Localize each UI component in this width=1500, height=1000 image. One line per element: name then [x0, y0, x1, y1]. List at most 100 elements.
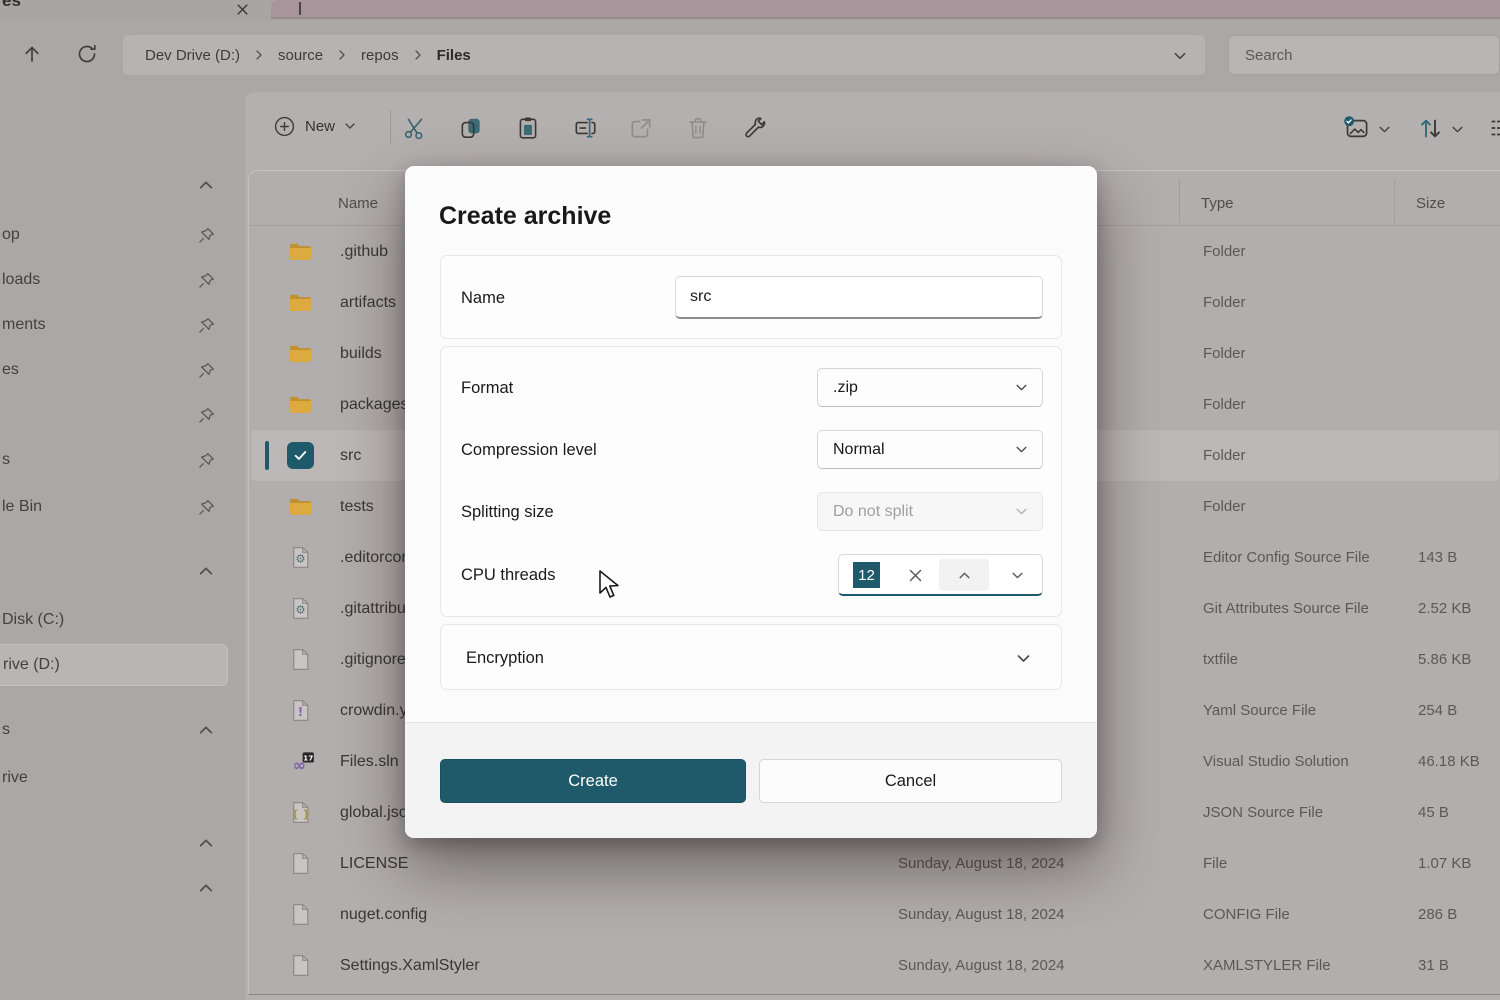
sidebar-item-pinned[interactable]: op: [0, 213, 232, 257]
section-chevron-up-icon[interactable]: [198, 563, 214, 579]
search-input[interactable]: [1228, 35, 1500, 75]
layout-chevron-down-icon[interactable]: [1378, 123, 1391, 136]
sidebar: oploadsmentsessle BinDisk (C:)rive (D:)s…: [0, 160, 238, 920]
paste-icon[interactable]: [515, 115, 541, 141]
compression-dropdown[interactable]: Normal: [817, 430, 1043, 469]
table-row[interactable]: Settings.XamlStylerSunday, August 18, 20…: [251, 940, 1499, 991]
breadcrumb-segment[interactable]: Dev Drive (D:): [145, 47, 240, 64]
chevron-down-icon: [1015, 381, 1028, 394]
refresh-icon[interactable]: [75, 42, 99, 66]
pin-icon[interactable]: [198, 227, 215, 244]
sidebar-item-pinned[interactable]: es: [0, 348, 232, 392]
app-window: es Dev Drive (D:)sourcereposFiles New: [0, 0, 1500, 1000]
copy-icon[interactable]: [458, 115, 484, 141]
encryption-label: Encryption: [466, 625, 544, 691]
section-chevron-up-icon[interactable]: [198, 880, 214, 896]
tab-text-caret: [299, 2, 301, 15]
sidebar-item-pinned[interactable]: ments: [0, 303, 232, 347]
sort-icon[interactable]: [1417, 115, 1443, 141]
breadcrumb-segment[interactable]: source: [278, 47, 323, 64]
sidebar-item-pinned[interactable]: le Bin: [0, 485, 232, 529]
pin-icon[interactable]: [198, 499, 215, 516]
checkbox-checked-icon[interactable]: [287, 442, 314, 469]
sidebar-item-drive-d[interactable]: rive (D:): [0, 644, 228, 686]
file-type: File: [1203, 838, 1227, 889]
folder-icon: [288, 290, 313, 315]
file-type: Folder: [1203, 328, 1246, 379]
file-type: Folder: [1203, 226, 1246, 277]
share-icon[interactable]: [628, 115, 654, 141]
file-name: builds: [340, 328, 382, 379]
format-label: Format: [461, 368, 513, 408]
section-chevron-up-icon[interactable]: [198, 177, 214, 193]
cut-icon[interactable]: [402, 115, 428, 141]
column-header-size[interactable]: Size: [1416, 195, 1445, 212]
sort-chevron-down-icon[interactable]: [1451, 123, 1464, 136]
file-size: 254 B: [1418, 685, 1457, 736]
format-value: .zip: [818, 379, 1015, 397]
file-size: 2.52 KB: [1418, 583, 1471, 634]
toolbar: New: [245, 92, 1500, 162]
details-view-icon[interactable]: [1488, 115, 1500, 141]
section-chevron-up-icon[interactable]: [198, 835, 214, 851]
layout-view-icon[interactable]: [1343, 115, 1369, 141]
pin-icon[interactable]: [198, 317, 215, 334]
archive-name-input[interactable]: [675, 276, 1043, 319]
sidebar-item-pinned[interactable]: s: [0, 438, 232, 482]
folder-icon: [288, 239, 313, 264]
breadcrumb[interactable]: Dev Drive (D:) source repos Files: [123, 35, 1205, 75]
svg-text:{ }: { }: [291, 809, 309, 821]
cancel-button[interactable]: Cancel: [759, 759, 1062, 803]
sidebar-item-label: Disk (C:): [2, 598, 64, 642]
file-type: txtfile: [1203, 634, 1238, 685]
decrement-chevron-down-icon[interactable]: [997, 559, 1037, 591]
cpu-threads-value: 12: [853, 562, 880, 588]
sidebar-item-drive-c[interactable]: Disk (C:): [0, 598, 232, 642]
active-tab[interactable]: [271, 0, 1500, 19]
format-dropdown[interactable]: .zip: [817, 368, 1043, 407]
table-row[interactable]: LICENSESunday, August 18, 2024File1.07 K…: [251, 838, 1499, 889]
sidebar-item-label: rive (D:): [3, 645, 60, 685]
sidebar-item-pinned[interactable]: [0, 393, 232, 437]
delete-icon[interactable]: [685, 115, 711, 141]
navigate-up-icon[interactable]: [20, 42, 44, 66]
increment-chevron-up-icon[interactable]: [939, 559, 989, 591]
clear-icon[interactable]: [900, 560, 930, 590]
sidebar-item-onedrive[interactable]: rive: [0, 756, 232, 800]
file-icon: [288, 851, 313, 876]
encryption-expander[interactable]: Encryption: [440, 624, 1062, 690]
cpu-threads-spinbox[interactable]: 12: [838, 554, 1043, 596]
archive-tools-wrench-icon[interactable]: [742, 115, 768, 141]
folder-icon: [288, 494, 313, 519]
address-bar-chevron-down-icon[interactable]: [1173, 49, 1187, 63]
sidebar-item-label: rive: [2, 756, 28, 800]
sidebar-item-label: loads: [2, 258, 40, 302]
table-row[interactable]: nuget.configSunday, August 18, 2024CONFI…: [251, 889, 1499, 940]
file-name: artifacts: [340, 277, 396, 328]
column-header-name[interactable]: Name: [338, 195, 378, 212]
column-header-type[interactable]: Type: [1201, 195, 1234, 212]
pin-icon[interactable]: [198, 407, 215, 424]
file-date-modified: Sunday, August 18, 2024: [898, 838, 1065, 889]
file-name: Settings.XamlStyler: [340, 940, 480, 991]
pin-icon[interactable]: [198, 362, 215, 379]
sidebar-item-label: le Bin: [2, 485, 42, 529]
gear-file-icon: ⚙: [288, 596, 313, 621]
sidebar-item-pinned[interactable]: loads: [0, 258, 232, 302]
splitting-value: Do not split: [818, 503, 1015, 521]
file-name: Files.sln: [340, 736, 399, 787]
create-button[interactable]: Create: [440, 759, 746, 803]
sidebar-section-header[interactable]: s: [0, 708, 232, 752]
file-name: LICENSE: [340, 838, 408, 889]
rename-icon[interactable]: [572, 115, 598, 141]
file-size: 143 B: [1418, 532, 1457, 583]
breadcrumb-segment[interactable]: repos: [361, 47, 399, 64]
new-button[interactable]: New: [261, 104, 368, 148]
file-size: 286 B: [1418, 889, 1457, 940]
pin-icon[interactable]: [198, 452, 215, 469]
close-tab-icon[interactable]: [236, 3, 249, 16]
breadcrumb-segment[interactable]: Files: [437, 47, 471, 64]
pin-icon[interactable]: [198, 272, 215, 289]
compression-value: Normal: [818, 441, 1015, 459]
vs-solution-icon: ∞17: [288, 749, 313, 774]
